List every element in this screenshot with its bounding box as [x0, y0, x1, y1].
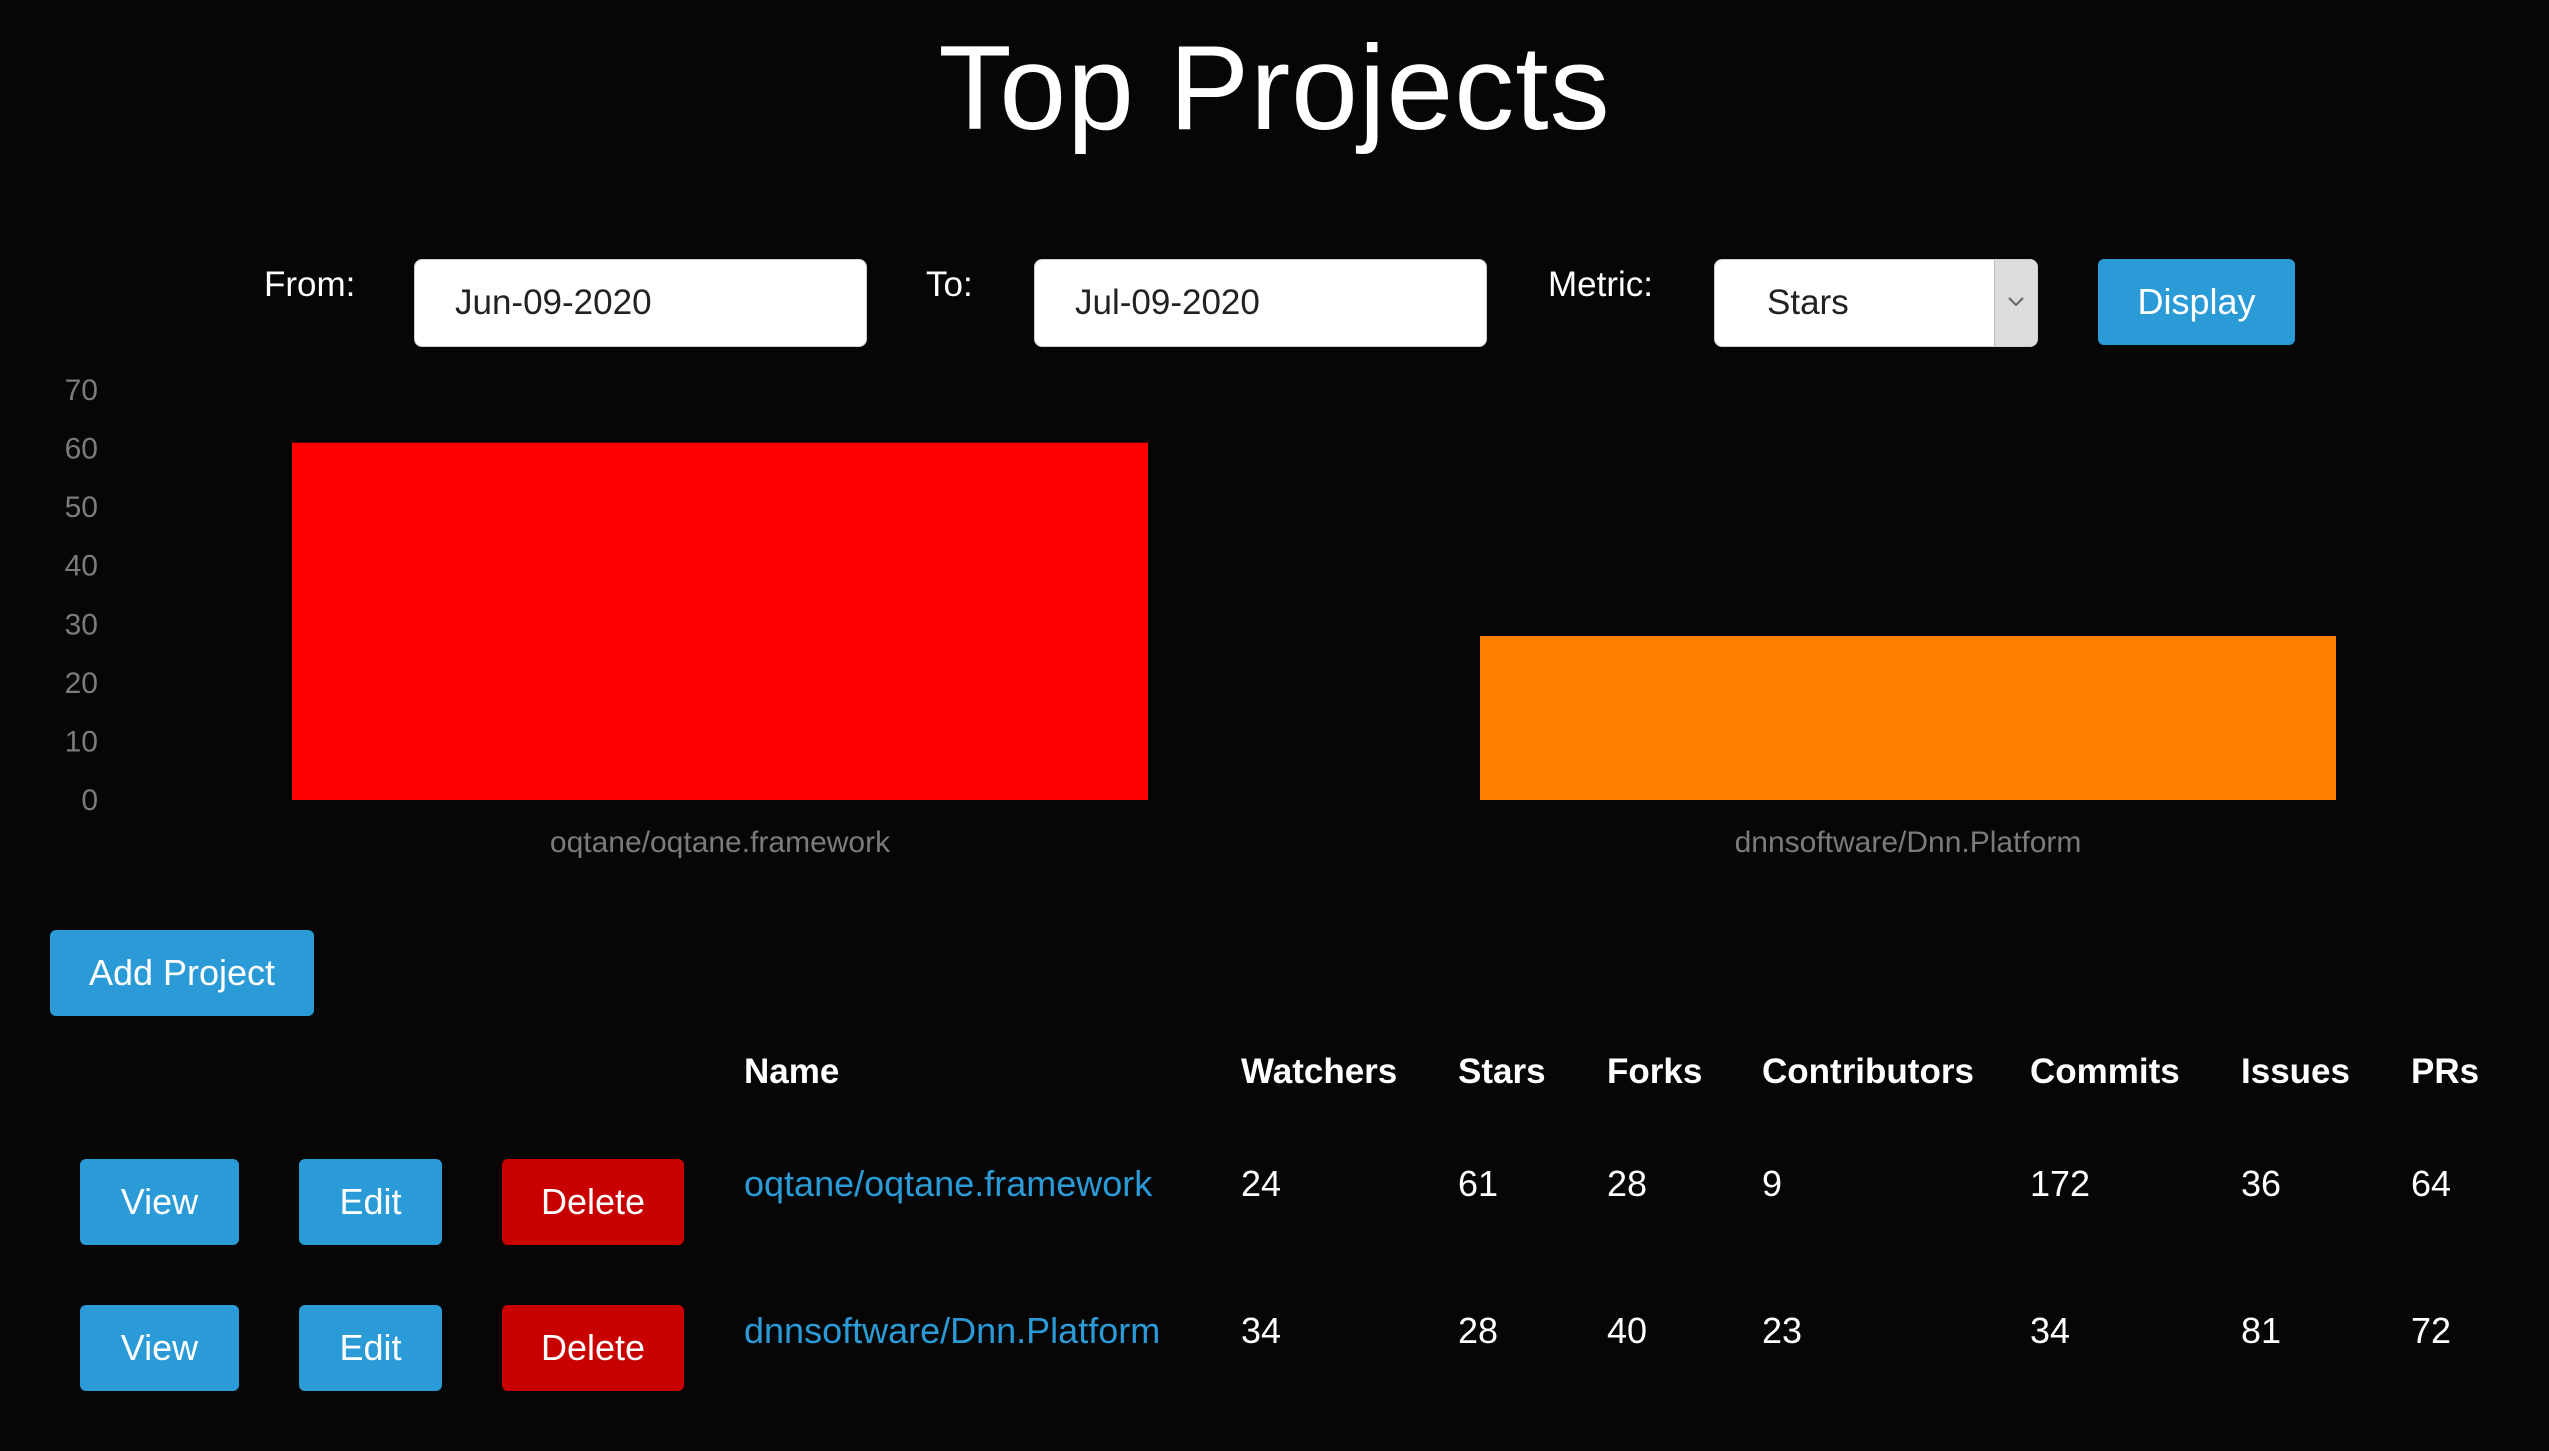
from-date-input[interactable]	[414, 259, 867, 347]
delete-button[interactable]: Delete	[502, 1305, 684, 1391]
view-button[interactable]: View	[80, 1305, 239, 1391]
add-project-button[interactable]: Add Project	[50, 930, 314, 1016]
issues-cell: 36	[2241, 1163, 2282, 1204]
bar	[1480, 636, 2336, 800]
issues-cell: 81	[2241, 1310, 2282, 1351]
prs-cell: 64	[2411, 1163, 2452, 1204]
y-tick-label: 30	[65, 608, 98, 641]
from-label: From:	[264, 265, 356, 304]
stars-cell: 28	[1458, 1310, 1499, 1351]
forks-cell: 40	[1607, 1310, 1648, 1351]
commits-cell: 172	[2030, 1163, 2091, 1204]
x-axis: oqtane/oqtane.framework dnnsoftware/Dnn.P…	[550, 826, 2082, 859]
edit-button[interactable]: Edit	[299, 1305, 442, 1391]
bars	[292, 442, 2336, 800]
commits-cell: 34	[2030, 1310, 2071, 1351]
column-header-watchers: Watchers	[1241, 1052, 1398, 1091]
forks-cell: 28	[1607, 1163, 1648, 1204]
contributors-cell: 9	[1762, 1163, 1783, 1204]
column-header-stars: Stars	[1458, 1052, 1546, 1091]
project-name-link[interactable]: oqtane/oqtane.framework	[744, 1160, 1152, 1208]
metric-label: Metric:	[1548, 265, 1653, 304]
metric-select[interactable]: Stars	[1714, 259, 2038, 347]
to-date-input[interactable]	[1034, 259, 1487, 347]
y-tick-label: 70	[65, 374, 98, 407]
chevron-down-icon	[2008, 297, 2024, 307]
column-header-prs: PRs	[2411, 1052, 2480, 1091]
page-title: Top Projects	[938, 21, 1611, 155]
prs-cell: 72	[2411, 1310, 2452, 1351]
metric-select-value: Stars	[1767, 283, 1849, 322]
y-tick-label: 10	[65, 725, 98, 758]
bar-chart: 0 10 20 30 40 50 60 70 oqtane/oqtane.framework d…	[65, 374, 2336, 859]
x-tick-label: dnnsoftware/Dnn.Platform	[1735, 826, 2082, 859]
watchers-cell: 24	[1241, 1163, 1282, 1204]
watchers-cell: 34	[1241, 1310, 1282, 1351]
column-header-name: Name	[744, 1052, 840, 1091]
y-tick-label: 20	[65, 667, 98, 700]
y-tick-label: 60	[65, 433, 98, 466]
y-tick-label: 40	[65, 550, 98, 583]
y-tick-label: 50	[65, 491, 98, 524]
column-header-commits: Commits	[2030, 1052, 2180, 1091]
project-name-link[interactable]: dnnsoftware/Dnn.Platform	[744, 1307, 1160, 1355]
x-tick-label: oqtane/oqtane.framework	[550, 826, 891, 859]
column-header-forks: Forks	[1607, 1052, 1703, 1091]
edit-button[interactable]: Edit	[299, 1159, 442, 1245]
delete-button[interactable]: Delete	[502, 1159, 684, 1245]
column-header-contributors: Contributors	[1762, 1052, 1974, 1091]
column-header-issues: Issues	[2241, 1052, 2350, 1091]
contributors-cell: 23	[1762, 1310, 1803, 1351]
display-button[interactable]: Display	[2098, 259, 2295, 345]
stars-cell: 61	[1458, 1163, 1499, 1204]
view-button[interactable]: View	[80, 1159, 239, 1245]
bar	[292, 442, 1148, 800]
y-axis: 0 10 20 30 40 50 60 70	[65, 374, 98, 817]
y-tick-label: 0	[81, 784, 98, 817]
to-label: To:	[926, 265, 973, 304]
select-arrow-button[interactable]	[1994, 260, 2037, 346]
